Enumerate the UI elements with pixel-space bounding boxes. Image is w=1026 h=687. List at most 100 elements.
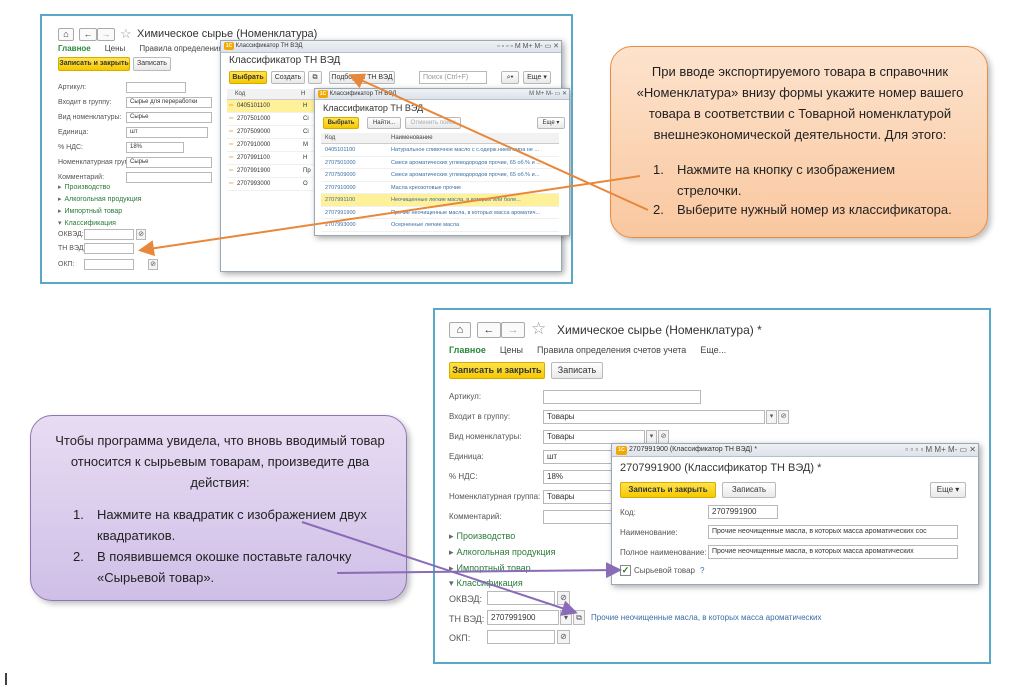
popup-fullname-input[interactable]: Прочие неочищенные масла, в которых масс… bbox=[708, 545, 958, 559]
group-import[interactable]: ▸ Импортный товар bbox=[58, 207, 122, 215]
group-alcohol[interactable]: ▸ Алкогольная продукция bbox=[449, 547, 555, 558]
app-logo-icon: 1С bbox=[616, 446, 627, 455]
page-title: Химическое сырье (Номенклатура) bbox=[137, 28, 318, 40]
classifier-row[interactable]: ═ 2707991900 Пр bbox=[227, 165, 317, 178]
okved-open-icon[interactable]: ⊘ bbox=[557, 591, 570, 605]
save-button[interactable]: Записать bbox=[133, 57, 171, 71]
back-button[interactable]: ← bbox=[79, 28, 97, 41]
dropdown-arrow-icon[interactable]: ▾ bbox=[766, 410, 777, 424]
classifier-row[interactable]: ═ 2707993000 О bbox=[227, 178, 317, 191]
menu-prices[interactable]: Цены bbox=[500, 345, 523, 355]
classifier-more-button[interactable]: Еще ▾ bbox=[523, 71, 551, 84]
bottom-field-label: Артикул: bbox=[449, 392, 482, 401]
save-close-button[interactable]: Записать и закрыть bbox=[58, 57, 130, 71]
menu-prices[interactable]: Цены bbox=[105, 44, 126, 53]
popup-save-button[interactable]: Записать bbox=[722, 482, 776, 498]
pick-row[interactable]: 2707910000 Масла креозотовые прочие bbox=[321, 182, 559, 194]
classifier-pick-button[interactable]: Подбор из ТН ВЭД bbox=[329, 71, 395, 84]
okp-input[interactable] bbox=[84, 259, 134, 270]
bottom-field-input[interactable] bbox=[543, 390, 701, 404]
top-field-label: % НДС: bbox=[58, 144, 83, 151]
top-field-input[interactable]: 18% bbox=[126, 142, 184, 153]
row-marker-icon: ═ bbox=[229, 129, 234, 135]
menu-more[interactable]: Еще... bbox=[700, 345, 726, 355]
bottom-field-input[interactable]: Товары bbox=[543, 410, 765, 424]
pick-more-button[interactable]: Еще ▾ bbox=[537, 117, 565, 129]
group-classification[interactable]: ▾ Классификация bbox=[449, 578, 523, 589]
okved-input[interactable] bbox=[487, 591, 555, 605]
bottom-field-input[interactable]: Товары bbox=[543, 430, 645, 444]
save-close-button[interactable]: Записать и закрыть bbox=[449, 362, 545, 379]
pick-row[interactable]: 2707991900 Прочие неочищенные масла, в ко… bbox=[321, 207, 559, 219]
okp-input[interactable] bbox=[487, 630, 555, 644]
pick-row[interactable]: 0405101100 Натуральное сливочное масло с … bbox=[321, 144, 559, 157]
top-field-input[interactable] bbox=[126, 82, 186, 93]
tnved-input[interactable]: 2707991900 bbox=[487, 610, 559, 625]
okved-open-icon[interactable]: ⊘ bbox=[136, 229, 146, 240]
top-field-input[interactable]: Сырье bbox=[126, 157, 212, 168]
classifier-row[interactable]: ═ 2707991100 Н bbox=[227, 152, 317, 165]
raw-material-label: Сырьевой товар bbox=[634, 566, 695, 575]
page-title: Химическое сырье (Номенклатура) * bbox=[557, 323, 762, 337]
okp-open-icon[interactable]: ⊘ bbox=[557, 630, 570, 644]
dropdown-arrow-icon[interactable]: ▾ bbox=[646, 430, 657, 444]
classifier-row[interactable]: ═ 2707501000 Сі bbox=[227, 113, 317, 126]
favorite-star-icon[interactable]: ☆ bbox=[531, 319, 546, 339]
popup-name-input[interactable]: Прочие неочищенные масла, в которых масс… bbox=[708, 525, 958, 539]
classifier-row[interactable]: ═ 2707910000 М bbox=[227, 139, 317, 152]
top-field-input[interactable] bbox=[126, 172, 212, 183]
home-button[interactable]: ⌂ bbox=[58, 28, 74, 41]
raw-material-checkbox[interactable]: ✓ bbox=[620, 565, 631, 576]
group-classification[interactable]: ▾ Классификация bbox=[58, 219, 116, 227]
pick-cancel-search-button[interactable]: Отменить поиск bbox=[405, 117, 461, 129]
popup-code-input[interactable]: 2707991900 bbox=[708, 505, 778, 519]
group-production[interactable]: ▸ Производство bbox=[449, 531, 515, 542]
pick-find-button[interactable]: Найти... bbox=[367, 117, 401, 129]
okp-open-icon[interactable]: ⊘ bbox=[148, 259, 158, 270]
top-field-input[interactable]: Сырье bbox=[126, 112, 212, 123]
classifier-row[interactable]: ═ 2707509000 Сі bbox=[227, 126, 317, 139]
search-icon[interactable]: ⌕▾ bbox=[501, 71, 519, 84]
forward-button[interactable]: → bbox=[97, 28, 115, 41]
pick-row[interactable]: 2707993000 Осерненные легкие масла bbox=[321, 219, 559, 232]
open-icon[interactable]: ⊘ bbox=[658, 430, 669, 444]
home-button[interactable]: ⌂ bbox=[449, 322, 471, 338]
open-icon[interactable]: ⊘ bbox=[778, 410, 789, 424]
group-production[interactable]: ▸ Производство bbox=[58, 183, 110, 191]
tnved-open-two-squares-icon[interactable]: ⧉ bbox=[573, 610, 585, 625]
tnved-description-link[interactable]: Прочие неочищенные масла, в которых масс… bbox=[591, 613, 822, 622]
pick-row[interactable]: 2707991100 Неочищенные легкие масла, в ко… bbox=[321, 194, 559, 207]
classifier-copy-icon[interactable]: ⧉ bbox=[308, 71, 322, 84]
save-button[interactable]: Записать bbox=[551, 362, 603, 379]
callout-top: При вводе экспортируемого товара в справ… bbox=[610, 46, 988, 238]
tnved-input[interactable] bbox=[84, 243, 134, 254]
tnved-pick-icon[interactable]: ▾ bbox=[560, 610, 572, 625]
top-field-input[interactable]: шт bbox=[126, 127, 208, 138]
window-controls[interactable]: ▫ ▫ ▫ ▫ M M+ M- ▭ ✕ bbox=[497, 41, 559, 52]
pick-table: Код Наименование 0405101100 Натуральное сл… bbox=[321, 133, 559, 232]
top-field-input[interactable]: Сырье для переработки bbox=[126, 97, 212, 108]
pick-col-code: Код bbox=[325, 135, 336, 141]
pick-window-controls[interactable]: M M+ M- ▭ ✕ bbox=[529, 89, 567, 99]
forward-button[interactable]: → bbox=[501, 322, 525, 338]
popup-more-button[interactable]: Еще ▾ bbox=[930, 482, 966, 498]
help-icon[interactable]: ? bbox=[700, 566, 704, 575]
group-import[interactable]: ▸ Импортный товар bbox=[449, 563, 531, 574]
popup-save-close-button[interactable]: Записать и закрыть bbox=[620, 482, 716, 498]
pick-select-button[interactable]: Выбрать bbox=[323, 117, 359, 129]
callout-top-text: При вводе экспортируемого товара в справ… bbox=[636, 64, 964, 142]
favorite-star-icon[interactable]: ☆ bbox=[120, 26, 132, 42]
classifier-select-button[interactable]: Выбрать bbox=[229, 71, 267, 84]
menu-accounts[interactable]: Правила определения счетов учета bbox=[537, 345, 686, 355]
group-alcohol[interactable]: ▸ Алкогольная продукция bbox=[58, 195, 141, 203]
okved-input[interactable] bbox=[84, 229, 134, 240]
classifier-search-input[interactable]: Поиск (Ctrl+F) bbox=[419, 71, 487, 84]
menu-main[interactable]: Главное bbox=[449, 345, 486, 355]
popup-window-controls[interactable]: ▫ ▫ ▫ ▫ M M+ M- ▭ ✕ bbox=[905, 444, 976, 456]
pick-row[interactable]: 2707501000 Смеси ароматических углеводоро… bbox=[321, 157, 559, 169]
pick-row[interactable]: 2707509000 Смеси ароматических углеводоро… bbox=[321, 169, 559, 182]
classifier-row[interactable]: ═ 0405101100 Н bbox=[227, 100, 317, 113]
back-button[interactable]: ← bbox=[477, 322, 501, 338]
classifier-create-button[interactable]: Создать bbox=[271, 71, 305, 84]
menu-main[interactable]: Главное bbox=[58, 44, 91, 53]
